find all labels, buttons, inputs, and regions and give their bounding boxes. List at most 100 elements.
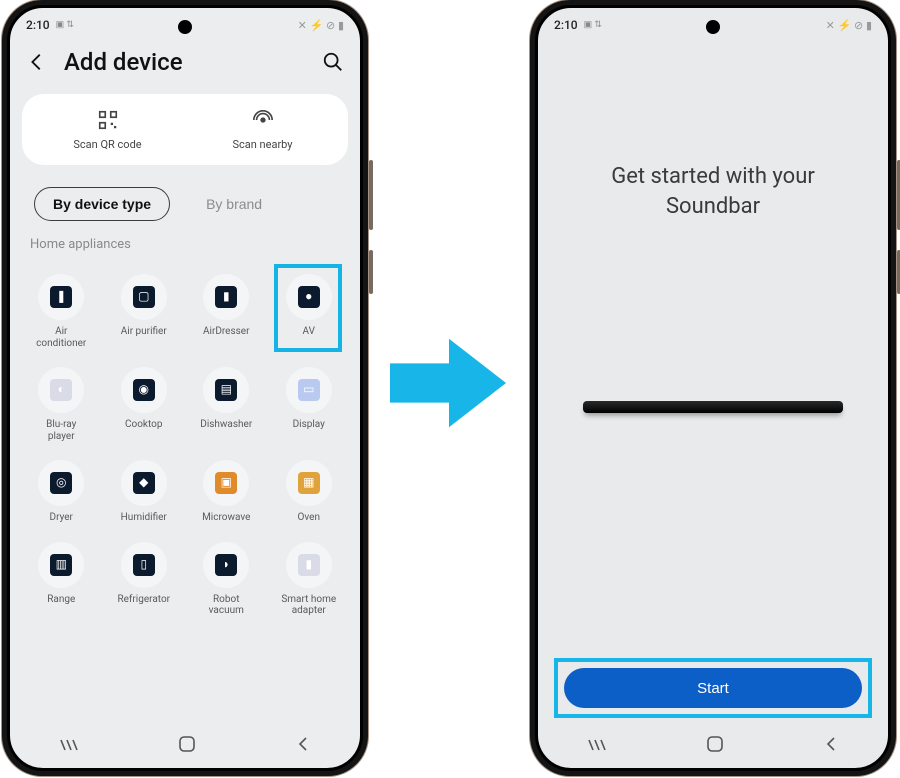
status-right-icons: ✕ ⚡ ⊘ ▮ <box>298 19 344 32</box>
device-glyph-icon: ❚ <box>50 286 72 308</box>
device-icon: ▣ <box>203 460 249 506</box>
qr-icon <box>96 108 120 132</box>
search-icon[interactable] <box>320 49 346 75</box>
scan-nearby-label: Scan nearby <box>232 138 292 151</box>
device-label: Smart home adapter <box>281 594 336 617</box>
nav-back-icon[interactable] <box>295 736 311 756</box>
filter-by-brand[interactable]: By brand <box>188 188 280 220</box>
device-icon: ◉ <box>121 367 167 413</box>
nav-back-icon[interactable] <box>823 736 839 756</box>
device-label: Humidifier <box>121 512 167 524</box>
device-item-robot-vacuum[interactable]: ◗ Robot vacuum <box>185 536 268 623</box>
device-item-humidifier[interactable]: ◆ Humidifier <box>103 454 186 530</box>
device-item-cooktop[interactable]: ◉ Cooktop <box>103 361 186 448</box>
device-label: Air purifier <box>121 326 167 338</box>
device-glyph-icon: ▯ <box>133 554 155 576</box>
device-icon: ◆ <box>121 460 167 506</box>
page-title: Add device <box>64 48 306 76</box>
device-item-microwave[interactable]: ▣ Microwave <box>185 454 268 530</box>
device-item-smart-home-adapter[interactable]: ▮ Smart home adapter <box>268 536 351 623</box>
device-label: Display <box>293 419 325 431</box>
device-label: Refrigerator <box>117 594 170 606</box>
device-label: Microwave <box>202 512 250 524</box>
device-grid: ❚ Air conditioner ▢ Air purifier ▮ AirDresser… <box>10 262 360 623</box>
device-glyph-icon: ◉ <box>133 379 155 401</box>
device-glyph-icon: ▦ <box>298 472 320 494</box>
device-glyph-icon: ◎ <box>50 472 72 494</box>
nav-bar <box>538 730 888 762</box>
volume-button <box>369 160 373 230</box>
device-label: AirDresser <box>203 326 250 338</box>
device-item-dishwasher[interactable]: ▤ Dishwasher <box>185 361 268 448</box>
device-item-av[interactable]: ● AV <box>268 268 351 355</box>
setup-heading-line2: Soundbar <box>666 194 760 219</box>
device-label: Oven <box>298 512 321 524</box>
device-glyph-icon: ● <box>298 286 320 308</box>
device-glyph-icon: ◐ <box>50 379 72 401</box>
device-label: Range <box>47 594 75 606</box>
status-small-icons: ▣ ⇅ <box>56 20 74 30</box>
device-glyph-icon: ▮ <box>298 554 320 576</box>
device-item-air-conditioner[interactable]: ❚ Air conditioner <box>20 268 103 355</box>
nav-recents-icon[interactable] <box>587 737 607 756</box>
device-item-oven[interactable]: ▦ Oven <box>268 454 351 530</box>
start-button[interactable]: Start <box>564 668 862 708</box>
phone-left: 2:10 ▣ ⇅ ✕ ⚡ ⊘ ▮ Add device <box>2 0 368 776</box>
device-icon: ▭ <box>286 367 332 413</box>
device-glyph-icon: ▣ <box>215 472 237 494</box>
device-glyph-icon: ▢ <box>133 286 155 308</box>
soundbar-image <box>583 401 843 413</box>
nav-bar <box>10 730 360 762</box>
step-arrow-icon <box>390 328 508 438</box>
device-label: Blu-ray player <box>46 419 76 442</box>
device-icon: ▥ <box>38 542 84 588</box>
device-icon: ▤ <box>203 367 249 413</box>
setup-heading-line1: Get started with your <box>611 164 815 189</box>
device-label: Robot vacuum <box>209 594 244 617</box>
device-icon: ▢ <box>121 274 167 320</box>
scan-qr-label: Scan QR code <box>73 138 141 151</box>
status-time: 2:10 <box>26 18 50 32</box>
scan-qr-option[interactable]: Scan QR code <box>53 108 163 151</box>
device-glyph-icon: ◆ <box>133 472 155 494</box>
device-item-dryer[interactable]: ◎ Dryer <box>20 454 103 530</box>
back-icon[interactable] <box>24 49 50 75</box>
device-icon: ◎ <box>38 460 84 506</box>
start-highlight: Start <box>554 658 872 718</box>
device-label: Cooktop <box>125 419 162 431</box>
status-time: 2:10 <box>554 18 578 32</box>
nav-recents-icon[interactable] <box>59 737 79 756</box>
device-icon: ◗ <box>203 542 249 588</box>
status-small-icons: ▣ ⇅ <box>584 20 602 30</box>
nearby-icon <box>251 108 275 132</box>
device-glyph-icon: ▭ <box>298 379 320 401</box>
device-label: AV <box>303 326 315 338</box>
device-icon: ◐ <box>38 367 84 413</box>
status-right-icons: ✕ ⚡ ⊘ ▮ <box>826 19 872 32</box>
device-label: Dryer <box>50 512 73 524</box>
device-item-airdresser[interactable]: ▮ AirDresser <box>185 268 268 355</box>
device-glyph-icon: ◗ <box>215 554 237 576</box>
device-item-blu-ray-player[interactable]: ◐ Blu-ray player <box>20 361 103 448</box>
device-label: Air conditioner <box>36 326 86 349</box>
nav-home-icon[interactable] <box>706 735 724 757</box>
device-icon: ▮ <box>286 542 332 588</box>
device-item-air-purifier[interactable]: ▢ Air purifier <box>103 268 186 355</box>
scan-card: Scan QR code Scan nearby <box>22 94 348 165</box>
phone-right: 2:10 ▣ ⇅ ✕ ⚡ ⊘ ▮ Get started with your S… <box>530 0 896 776</box>
scan-nearby-option[interactable]: Scan nearby <box>208 108 318 151</box>
section-heading: Home appliances <box>10 233 360 262</box>
filter-by-type[interactable]: By device type <box>34 187 170 221</box>
device-icon: ❚ <box>38 274 84 320</box>
device-icon: ● <box>286 274 332 320</box>
device-item-display[interactable]: ▭ Display <box>268 361 351 448</box>
device-item-range[interactable]: ▥ Range <box>20 536 103 623</box>
nav-home-icon[interactable] <box>178 735 196 757</box>
setup-heading: Get started with your Soundbar <box>578 162 848 221</box>
device-glyph-icon: ▥ <box>50 554 72 576</box>
device-icon: ▮ <box>203 274 249 320</box>
device-icon: ▦ <box>286 460 332 506</box>
front-camera <box>178 20 192 34</box>
device-label: Dishwasher <box>200 419 252 431</box>
device-item-refrigerator[interactable]: ▯ Refrigerator <box>103 536 186 623</box>
